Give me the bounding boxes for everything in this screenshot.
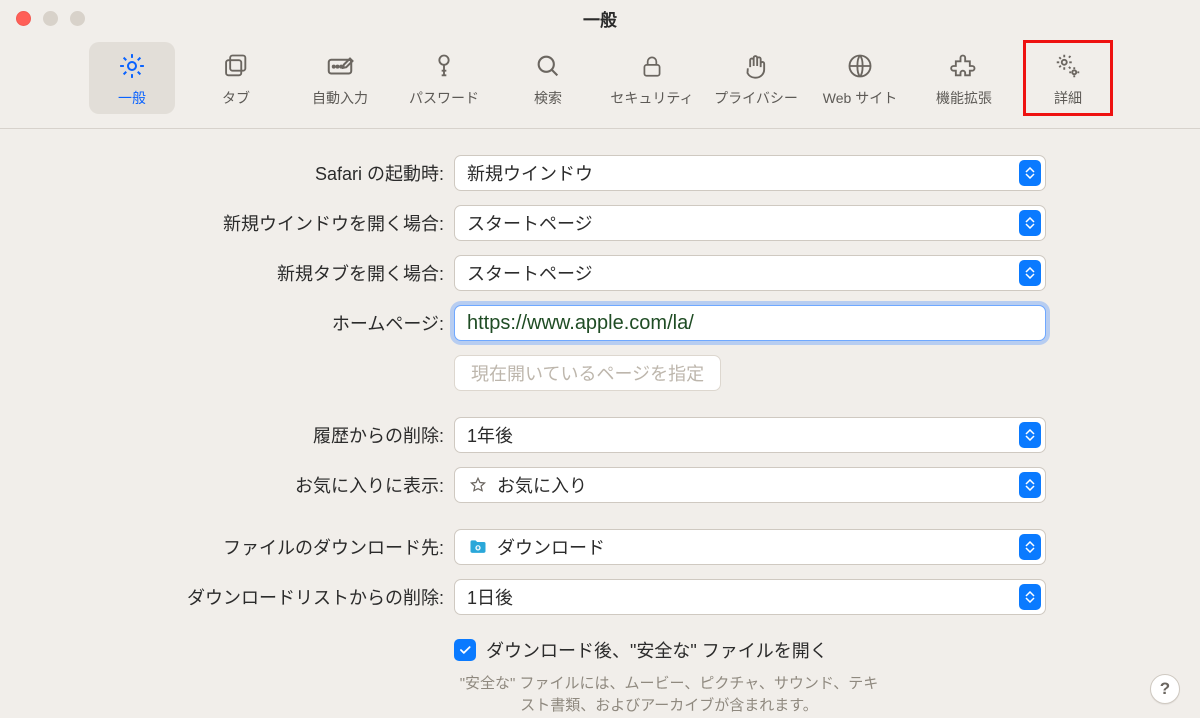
tab-search[interactable]: 検索 <box>505 42 591 114</box>
globe-icon <box>844 50 876 82</box>
input-homepage-wrapper <box>454 305 1046 341</box>
select-remove-history[interactable]: 1年後 <box>454 417 1046 453</box>
checkmark-icon <box>454 639 476 661</box>
help-label: ? <box>1160 679 1170 699</box>
select-launch[interactable]: 新規ウインドウ <box>454 155 1046 191</box>
titlebar: 一般 <box>0 0 1200 36</box>
select-value: 1年後 <box>467 422 513 448</box>
updown-icon <box>1019 422 1041 448</box>
tab-websites[interactable]: Web サイト <box>817 42 903 114</box>
updown-icon <box>1019 584 1041 610</box>
minimize-window-button[interactable] <box>43 11 58 26</box>
tab-label: 詳細 <box>1054 88 1082 108</box>
pencil-box-icon <box>324 50 356 82</box>
updown-icon <box>1019 160 1041 186</box>
tab-label: パスワード <box>409 88 479 108</box>
preferences-toolbar: 一般 タブ 自動入力 パスワ <box>0 36 1200 129</box>
set-homepage-button[interactable]: 現在開いているページを指定 <box>454 355 721 391</box>
tab-label: 一般 <box>118 88 146 108</box>
select-value: 1日後 <box>467 584 513 610</box>
label-download-remove: ダウンロードリストからの削除: <box>80 584 454 610</box>
tab-autofill[interactable]: 自動入力 <box>297 42 383 114</box>
select-value: 新規ウインドウ <box>467 160 593 186</box>
select-download-dest[interactable]: ダウンロード <box>454 529 1046 565</box>
updown-icon <box>1019 534 1041 560</box>
tab-passwords[interactable]: パスワード <box>401 42 487 114</box>
copy-icon <box>220 50 252 82</box>
tab-label: プライバシー <box>714 88 798 108</box>
tab-label: セキュリティ <box>610 88 693 108</box>
help-button[interactable]: ? <box>1150 674 1180 704</box>
key-icon <box>428 50 460 82</box>
checkbox-label: ダウンロード後、"安全な" ファイルを開く <box>486 637 828 663</box>
gear-icon <box>116 50 148 82</box>
select-new-window[interactable]: スタートページ <box>454 205 1046 241</box>
tab-privacy[interactable]: プライバシー <box>713 42 799 114</box>
tab-tabs[interactable]: タブ <box>193 42 279 114</box>
zoom-window-button[interactable] <box>70 11 85 26</box>
puzzle-icon <box>948 50 980 82</box>
tab-advanced[interactable]: 詳細 <box>1025 42 1111 114</box>
tab-extensions[interactable]: 機能拡張 <box>921 42 1007 114</box>
updown-icon <box>1019 260 1041 286</box>
tab-security[interactable]: セキュリティ <box>609 42 695 114</box>
label-download-dest: ファイルのダウンロード先: <box>80 534 454 560</box>
tab-label: 検索 <box>534 88 562 108</box>
gears-icon <box>1052 50 1084 82</box>
close-window-button[interactable] <box>16 11 31 26</box>
search-icon <box>532 50 564 82</box>
select-new-tab[interactable]: スタートページ <box>454 255 1046 291</box>
tab-label: 自動入力 <box>312 88 368 108</box>
select-download-remove[interactable]: 1日後 <box>454 579 1046 615</box>
window-controls <box>16 0 85 36</box>
lock-icon <box>636 50 668 82</box>
star-icon <box>467 474 489 496</box>
tab-label: Web サイト <box>823 88 897 108</box>
folder-icon <box>467 536 489 558</box>
select-value: ダウンロード <box>497 534 605 560</box>
hand-icon <box>740 50 772 82</box>
button-label: 現在開いているページを指定 <box>471 360 704 386</box>
label-new-tab: 新規タブを開く場合: <box>80 260 454 286</box>
select-favorites[interactable]: お気に入り <box>454 467 1046 503</box>
tab-label: 機能拡張 <box>936 88 992 108</box>
general-settings-form: Safari の起動時: 新規ウインドウ 新規ウインドウを開く場合: スタートペ… <box>0 129 1200 717</box>
label-favorites: お気に入りに表示: <box>80 472 454 498</box>
input-homepage[interactable] <box>467 312 1005 335</box>
open-safe-hint: "安全な" ファイルには、ムービー、ピクチャ、サウンド、テキスト書類、およびアー… <box>454 673 884 717</box>
select-value: スタートページ <box>467 260 593 286</box>
select-value: スタートページ <box>467 210 593 236</box>
label-homepage: ホームページ: <box>80 310 454 336</box>
label-new-window: 新規ウインドウを開く場合: <box>80 210 454 236</box>
window-title: 一般 <box>583 6 617 31</box>
updown-icon <box>1019 210 1041 236</box>
checkbox-open-safe[interactable]: ダウンロード後、"安全な" ファイルを開く <box>454 637 1046 663</box>
tab-label: タブ <box>222 88 250 108</box>
label-remove-history: 履歴からの削除: <box>80 422 454 448</box>
tab-general[interactable]: 一般 <box>89 42 175 114</box>
updown-icon <box>1019 472 1041 498</box>
select-value: お気に入り <box>497 472 587 498</box>
label-launch: Safari の起動時: <box>80 160 454 186</box>
